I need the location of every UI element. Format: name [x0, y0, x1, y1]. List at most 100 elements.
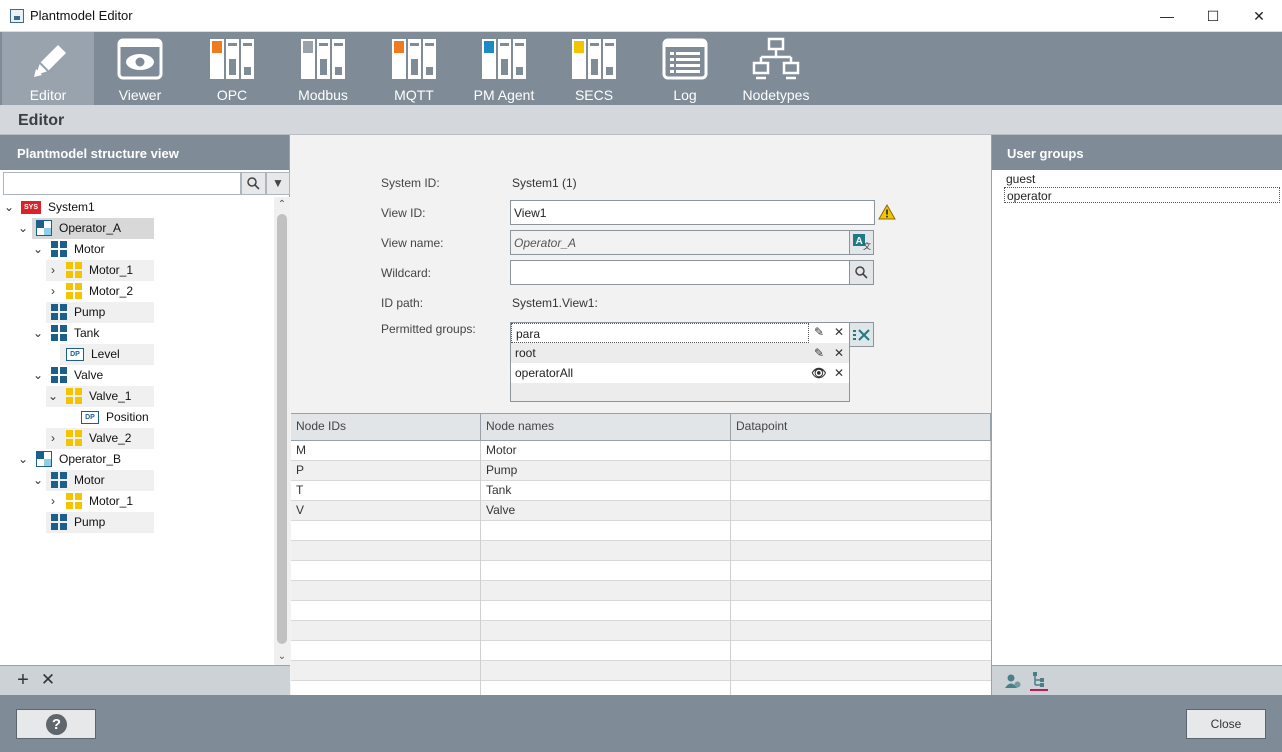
tree-node[interactable]: Pump	[0, 302, 274, 323]
tree-node-label: System1	[48, 200, 95, 214]
tree-node[interactable]: › Motor_1	[0, 491, 274, 512]
bottom-bar: ? Close	[0, 695, 1282, 752]
chevron-down-icon[interactable]: ⌄	[274, 649, 290, 665]
tree-node[interactable]: DP Level	[0, 344, 274, 365]
group-row[interactable]: para	[511, 323, 809, 343]
user-group-item[interactable]: operator	[1004, 187, 1280, 203]
table-row[interactable]: V Valve	[291, 501, 991, 521]
remove-x-icon[interactable]: ✕	[831, 325, 847, 339]
scroll-thumb[interactable]	[277, 214, 287, 644]
chevron-down-icon[interactable]: ⌄	[48, 386, 58, 407]
tool-editor[interactable]: Editor	[2, 32, 94, 105]
group-row[interactable]: root ✎ ✕	[511, 343, 849, 363]
warning-icon	[878, 204, 896, 220]
remove-x-icon[interactable]: ✕	[831, 343, 847, 363]
chevron-down-icon[interactable]: ⌄	[33, 470, 43, 491]
tree-node[interactable]: ⌄ Operator_A	[0, 218, 274, 239]
id-path-label: ID path:	[381, 296, 424, 310]
chevron-down-icon[interactable]: ⌄	[18, 449, 28, 470]
group-row-empty	[511, 383, 849, 401]
remove-x-icon[interactable]: ✕	[831, 363, 847, 383]
tree-node[interactable]: DP Position	[0, 407, 274, 428]
edit-pencil-icon[interactable]: ✎	[811, 343, 827, 363]
tool-mqtt[interactable]: MQTT	[368, 32, 460, 105]
table-row[interactable]: M Motor	[291, 441, 991, 461]
tree-node[interactable]: › Valve_2	[0, 428, 274, 449]
tool-modbus[interactable]: Modbus	[277, 32, 369, 105]
node-type-icon	[51, 367, 67, 383]
wildcard-input[interactable]	[510, 260, 850, 285]
window-title: Plantmodel Editor	[30, 8, 133, 23]
add-node-button[interactable]: +	[12, 669, 34, 691]
translate-button[interactable]: A 文	[849, 230, 874, 255]
eye-icon[interactable]: 👁	[811, 363, 827, 383]
tree-node[interactable]: ⌄ Motor	[0, 239, 274, 260]
help-button[interactable]: ?	[16, 709, 96, 739]
table-row[interactable]: P Pump	[291, 461, 991, 481]
chevron-right-icon[interactable]: ›	[48, 281, 58, 302]
wildcard-search-button[interactable]	[849, 260, 874, 285]
tool-viewer[interactable]: Viewer	[94, 32, 186, 105]
tool-pm-agent[interactable]: PM Agent	[458, 32, 550, 105]
column-header[interactable]: Datapoint	[731, 414, 991, 441]
tree-node[interactable]: ⌄ Motor	[0, 470, 274, 491]
user-group-item[interactable]: guest	[1004, 171, 1280, 187]
chevron-down-icon[interactable]: ⌄	[18, 218, 28, 239]
tree-node[interactable]: › Motor_1	[0, 260, 274, 281]
sys-icon: SYS	[21, 201, 41, 214]
user-settings-icon[interactable]	[1005, 673, 1021, 689]
tree-node[interactable]: ⌄ Valve_1	[0, 386, 274, 407]
close-window-button[interactable]: ✕	[1236, 0, 1282, 32]
chevron-right-icon[interactable]: ›	[48, 491, 58, 512]
tree-node-label: Motor	[74, 473, 105, 487]
tree-view-icon[interactable]	[1030, 671, 1048, 691]
view-name-label: View name:	[381, 236, 444, 250]
id-path-value: System1.View1:	[512, 296, 598, 310]
chevron-right-icon[interactable]: ›	[48, 260, 58, 281]
tree-node[interactable]: › Motor_2	[0, 281, 274, 302]
tree-node[interactable]: ⌄ Tank	[0, 323, 274, 344]
chevron-down-icon[interactable]: ⌄	[33, 365, 43, 386]
close-button[interactable]: Close	[1186, 709, 1266, 739]
minimize-button[interactable]: —	[1144, 0, 1190, 32]
node-instance-icon	[66, 430, 82, 446]
table-row-empty	[291, 521, 991, 541]
translate-icon: A 文	[852, 234, 871, 251]
tree-search-button[interactable]	[241, 172, 266, 195]
chevron-up-icon[interactable]: ⌃	[274, 197, 290, 213]
tree-filter-dropdown[interactable]: ▼	[266, 172, 290, 195]
tool-label: SECS	[574, 87, 614, 103]
node-instance-icon	[66, 262, 82, 278]
tree-node[interactable]: ⌄ Operator_B	[0, 449, 274, 470]
chevron-down-icon[interactable]: ⌄	[33, 239, 43, 260]
group-name: para	[516, 327, 541, 341]
chevron-right-icon[interactable]: ›	[48, 428, 58, 449]
tree-node[interactable]: ⌄ SYS System1	[0, 197, 274, 218]
structure-panel: Plantmodel structure view ▼ ⌄ SYS System…	[0, 135, 290, 695]
delete-node-button[interactable]: ✕	[37, 669, 59, 691]
tree-scrollbar[interactable]: ⌃ ⌄	[274, 197, 290, 665]
table-row-empty	[291, 601, 991, 621]
tool-nodetypes[interactable]: Nodetypes	[730, 32, 822, 105]
table-row[interactable]: T Tank	[291, 481, 991, 501]
tool-secs[interactable]: SECS	[548, 32, 640, 105]
view-id-input[interactable]	[510, 200, 875, 225]
group-row[interactable]: operatorAll 👁 ✕	[511, 363, 849, 383]
tool-log[interactable]: Log	[639, 32, 731, 105]
tree-node[interactable]: Pump	[0, 512, 274, 533]
view-name-input[interactable]	[510, 230, 850, 255]
chevron-down-icon[interactable]: ⌄	[33, 323, 43, 344]
node-table: Node IDs Node names Datapoint M Motor P …	[291, 413, 991, 696]
chevron-down-icon[interactable]: ⌄	[4, 197, 14, 218]
clear-groups-button[interactable]	[849, 322, 874, 347]
tree-node[interactable]: ⌄ Valve	[0, 365, 274, 386]
tree-search-input[interactable]	[3, 172, 241, 195]
datapoint-icon: DP	[81, 411, 99, 424]
column-header[interactable]: Node IDs	[291, 414, 481, 441]
cell-node-name: Tank	[481, 481, 731, 501]
tool-opc[interactable]: OPC	[186, 32, 278, 105]
column-header[interactable]: Node names	[481, 414, 731, 441]
edit-pencil-icon[interactable]: ✎	[811, 325, 827, 339]
maximize-button[interactable]: ☐	[1190, 0, 1236, 32]
tree-node-label: Tank	[74, 326, 100, 340]
